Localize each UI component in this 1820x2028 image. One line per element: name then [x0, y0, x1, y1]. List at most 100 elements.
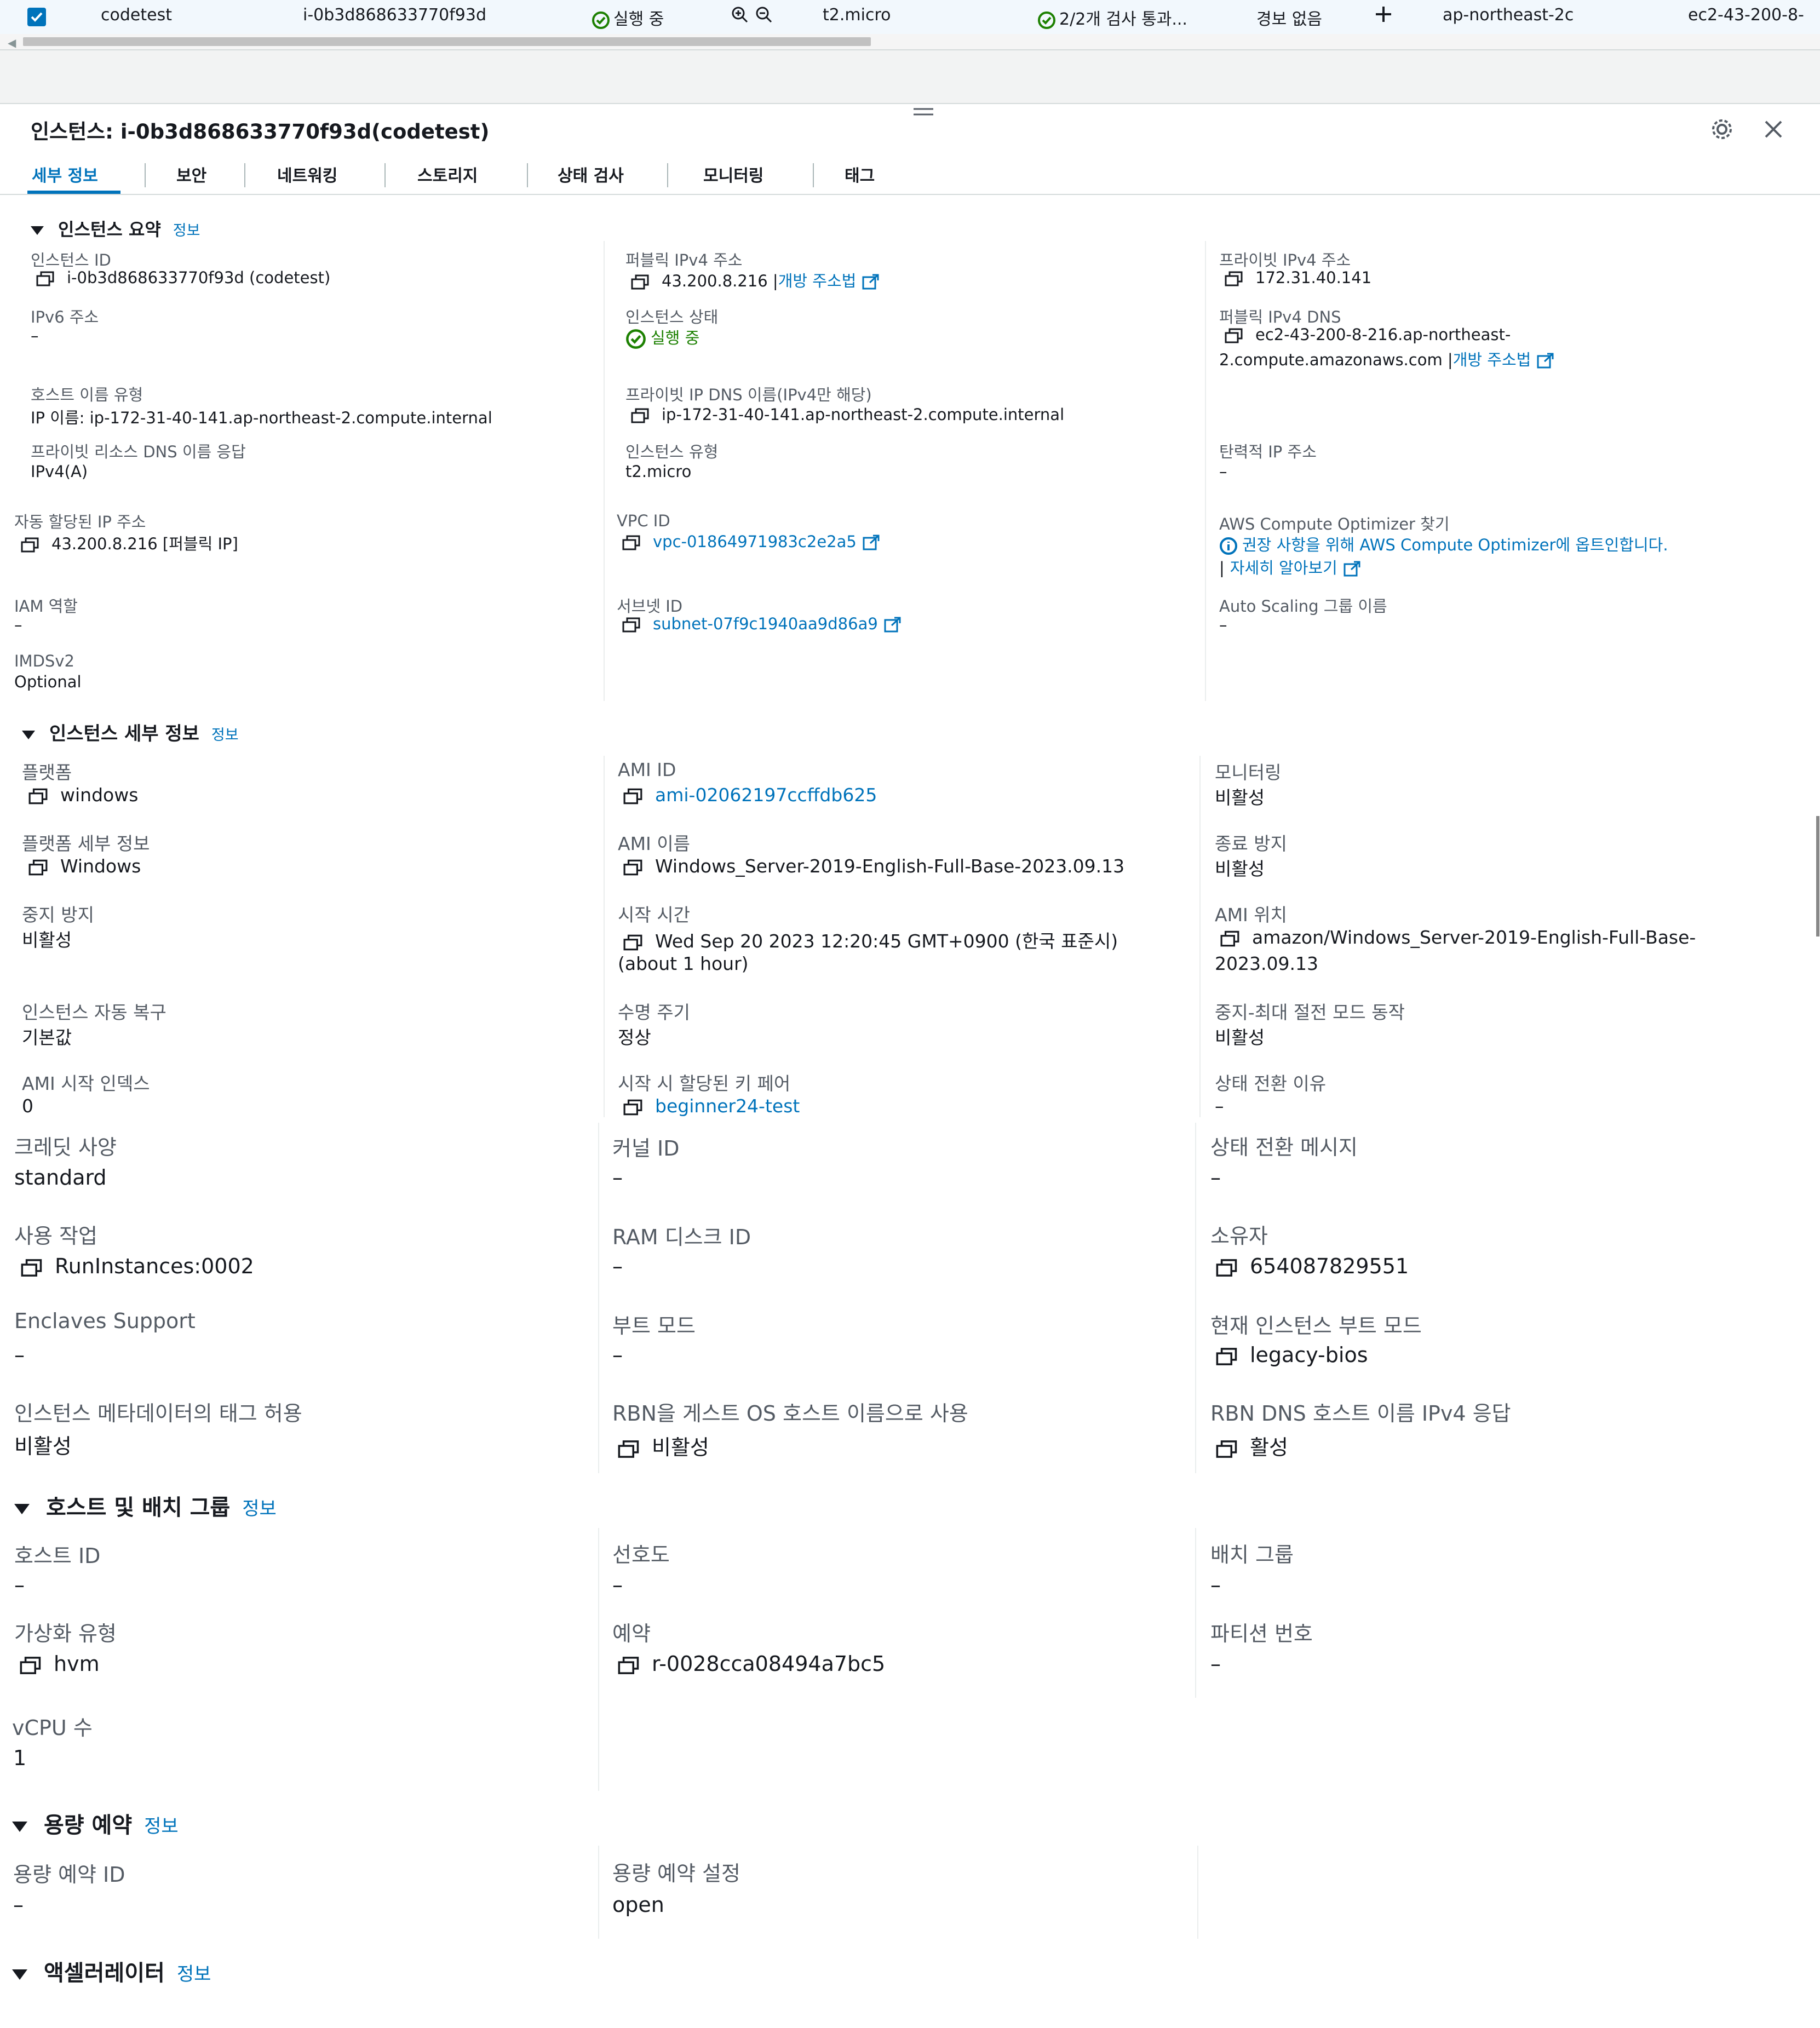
ami-id-link[interactable]: ami-02062197ccffdb625: [655, 784, 877, 806]
instance-table-row[interactable]: codetest i-0b3d868633770f93d 실행 중 t2.mic…: [0, 0, 1820, 35]
copy-icon[interactable]: [1220, 930, 1240, 947]
scrollbar-thumb[interactable]: [23, 37, 871, 46]
vertical-scrollbar-thumb[interactable]: [1816, 816, 1819, 937]
horizontal-scrollbar[interactable]: ◀: [0, 34, 1820, 50]
hibernate-label: 중지-최대 절전 모드 동작: [1215, 1002, 1405, 1023]
state-value: 실행 중: [625, 325, 699, 349]
zoom-out-icon[interactable]: [755, 5, 773, 24]
instance-id-link[interactable]: i-0b3d868633770f93d: [303, 5, 486, 25]
copy-icon[interactable]: [622, 617, 641, 633]
status-check-cell[interactable]: 2/2개 검사 통과...: [1037, 5, 1187, 30]
subnet-link[interactable]: subnet-07f9c1940aa9d86a9: [653, 614, 878, 633]
rbn-dns-value: 활성: [1216, 1430, 1288, 1461]
external-link-icon[interactable]: [1536, 353, 1555, 369]
platform-detail-label: 플랫폼 세부 정보: [22, 833, 150, 854]
column-divider: [1205, 241, 1206, 701]
info-icon: [1220, 537, 1237, 555]
capacity-section-header[interactable]: 용량 예약 정보: [12, 1807, 179, 1839]
summary-section-header[interactable]: 인스턴스 요약 정보: [31, 216, 200, 241]
copy-icon[interactable]: [623, 934, 643, 951]
optimizer-line1[interactable]: 권장 사항을 위해 AWS Compute Optimizer에 옵트인합니다.: [1219, 532, 1668, 555]
external-link-icon[interactable]: [862, 274, 880, 290]
public-dns-line1: ec2-43-200-8-216.ap-northeast-: [1225, 325, 1511, 344]
copy-icon[interactable]: [1216, 1347, 1238, 1366]
summary-info-link[interactable]: 정보: [173, 222, 200, 239]
capacity-info-link[interactable]: 정보: [144, 1816, 179, 1837]
boot-mode-label: 부트 모드: [612, 1314, 696, 1338]
instance-type-cell: t2.micro: [823, 5, 891, 25]
copy-icon[interactable]: [36, 271, 55, 286]
open-address-link[interactable]: 개방 주소법: [1453, 351, 1531, 369]
rbn-value: 비활성: [618, 1430, 709, 1461]
lifecycle-label: 수명 주기: [618, 1002, 690, 1023]
zoom-in-icon[interactable]: [731, 5, 749, 24]
copy-icon[interactable]: [622, 535, 641, 550]
tab-networking[interactable]: 네트워킹: [277, 162, 337, 186]
details-info-link[interactable]: 정보: [211, 727, 239, 744]
copy-icon[interactable]: [631, 408, 650, 423]
copy-icon[interactable]: [28, 788, 48, 805]
optimizer-opt-in-text[interactable]: 권장 사항을 위해 AWS Compute Optimizer에 옵트인합니다.: [1242, 536, 1668, 554]
details-section-header[interactable]: 인스턴스 세부 정보 정보: [22, 719, 239, 745]
plus-icon[interactable]: [1373, 3, 1394, 30]
copy-icon[interactable]: [618, 1656, 640, 1675]
copy-icon[interactable]: [618, 1440, 640, 1458]
key-pair-link[interactable]: beginner24-test: [655, 1095, 800, 1117]
vcpu-value: 1: [13, 1746, 27, 1770]
accelerator-info-link[interactable]: 정보: [177, 1963, 211, 1985]
private-ipv4-text: 172.31.40.141: [1255, 268, 1372, 287]
copy-icon[interactable]: [1216, 1440, 1238, 1458]
tab-tags[interactable]: 태그: [845, 162, 875, 186]
imds-value: Optional: [14, 673, 82, 691]
copy-icon[interactable]: [20, 1656, 42, 1675]
private-ipv4-label: 프라이빗 IPv4 주소: [1219, 251, 1351, 269]
copy-icon[interactable]: [1225, 271, 1243, 286]
host-info-link[interactable]: 정보: [242, 1498, 277, 1520]
check-circle-icon: [1038, 11, 1055, 29]
column-divider: [604, 756, 605, 1117]
copy-icon[interactable]: [21, 537, 39, 553]
open-address-link[interactable]: 개방 주소법: [778, 272, 857, 290]
tab-storage[interactable]: 스토리지: [417, 162, 478, 186]
accelerator-section-header[interactable]: 액셀러레이터 정보: [12, 1955, 211, 1987]
state-label: 인스턴스 상태: [625, 308, 719, 326]
stop-protect-value: 비활성: [22, 929, 72, 951]
copy-icon[interactable]: [623, 1099, 643, 1116]
copy-icon[interactable]: [1216, 1259, 1238, 1277]
subnet-label: 서브넷 ID: [617, 597, 683, 616]
tab-details[interactable]: 세부 정보: [32, 162, 98, 186]
learn-more-link[interactable]: 자세히 알아보기: [1230, 559, 1337, 577]
state-value-text: 실행 중: [651, 329, 700, 347]
copy-icon[interactable]: [28, 859, 48, 876]
copy-icon[interactable]: [21, 1259, 43, 1277]
key-pair-label: 시작 시 할당된 키 페어: [618, 1073, 791, 1094]
tab-status-checks[interactable]: 상태 검사: [558, 162, 624, 186]
external-link-icon[interactable]: [1343, 561, 1362, 577]
external-link-icon[interactable]: [862, 535, 881, 551]
scroll-left-icon[interactable]: ◀: [8, 36, 16, 49]
tab-divider: [145, 163, 146, 187]
row-checkbox[interactable]: [27, 8, 46, 26]
copy-icon[interactable]: [631, 274, 650, 290]
kernel-value: –: [612, 1165, 623, 1190]
vpc-label: VPC ID: [617, 512, 670, 530]
platform-detail-text: Windows: [60, 855, 141, 877]
external-link-icon[interactable]: [883, 617, 902, 633]
tab-security[interactable]: 보안: [176, 162, 206, 186]
settings-icon[interactable]: [1710, 117, 1734, 143]
auto-ip-label: 자동 할당된 IP 주소: [14, 513, 146, 531]
copy-icon[interactable]: [1225, 328, 1243, 343]
caret-down-icon: [12, 1821, 27, 1832]
tab-divider: [667, 163, 668, 187]
copy-icon[interactable]: [623, 788, 643, 805]
tab-monitoring[interactable]: 모니터링: [703, 162, 763, 186]
close-icon[interactable]: [1761, 117, 1785, 143]
host-section-header[interactable]: 호스트 및 배치 그룹 정보: [14, 1490, 277, 1521]
key-pair-value: beginner24-test: [623, 1095, 800, 1117]
copy-icon[interactable]: [623, 859, 643, 876]
ramdisk-value: –: [612, 1254, 623, 1278]
subnet-value: subnet-07f9c1940aa9d86a9: [622, 614, 902, 633]
drag-handle[interactable]: [912, 106, 934, 119]
placement-label: 배치 그룹: [1210, 1543, 1294, 1567]
vpc-link[interactable]: vpc-01864971983c2e2a5: [653, 532, 857, 551]
